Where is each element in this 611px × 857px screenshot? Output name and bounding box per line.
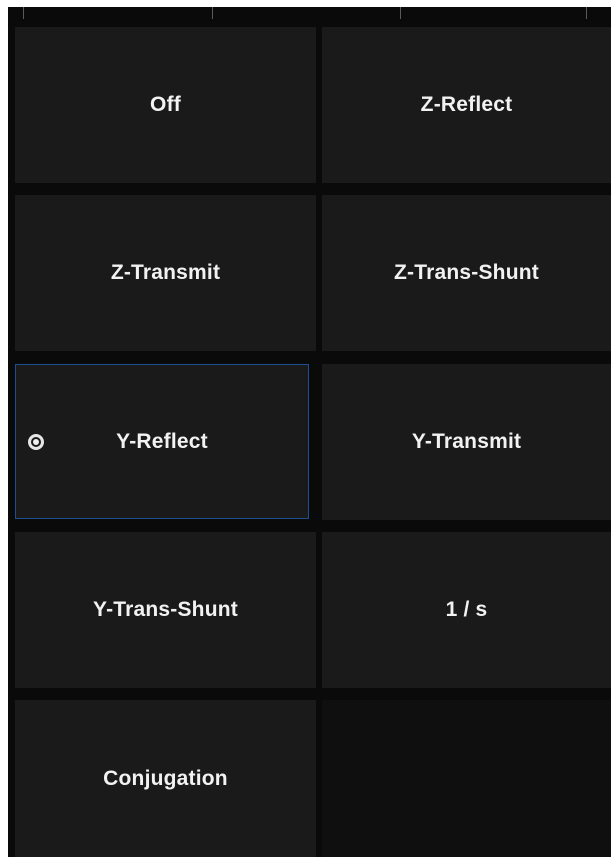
z-transmit-button-label: Z-Transmit	[110, 261, 221, 284]
z-trans-shunt-button-label: Z-Trans-Shunt	[394, 261, 539, 284]
z-reflect-button[interactable]: Z-Reflect	[322, 27, 611, 183]
y-trans-shunt-button-label: Y-Trans-Shunt	[93, 598, 238, 621]
y-transmit-button-label: Y-Transmit	[411, 430, 522, 453]
top-divider	[212, 7, 213, 19]
y-transmit-button[interactable]: Y-Transmit	[322, 364, 611, 520]
one-over-s-button[interactable]: 1 / s	[322, 532, 611, 688]
off-button-label: Off	[150, 93, 181, 116]
y-trans-shunt-button[interactable]: Y-Trans-Shunt	[15, 532, 316, 688]
top-strip	[8, 7, 611, 19]
one-over-s-button-label: 1 / s	[445, 598, 488, 621]
conversion-menu-panel: Off Z-Reflect Z-Transmit Z-Trans-Shunt Y…	[8, 7, 611, 857]
top-divider	[400, 7, 401, 19]
empty-slot	[322, 700, 611, 857]
conjugation-button[interactable]: Conjugation	[15, 700, 316, 857]
off-button[interactable]: Off	[15, 27, 316, 183]
z-trans-shunt-button[interactable]: Z-Trans-Shunt	[322, 195, 611, 351]
y-reflect-button[interactable]: Y-Reflect	[15, 364, 309, 519]
selected-radio-icon	[28, 433, 44, 450]
z-transmit-button[interactable]: Z-Transmit	[15, 195, 316, 351]
top-divider	[586, 7, 587, 19]
y-reflect-button-label: Y-Reflect	[116, 429, 208, 453]
top-divider	[23, 7, 24, 19]
z-reflect-button-label: Z-Reflect	[420, 93, 513, 116]
conjugation-button-label: Conjugation	[103, 766, 228, 790]
